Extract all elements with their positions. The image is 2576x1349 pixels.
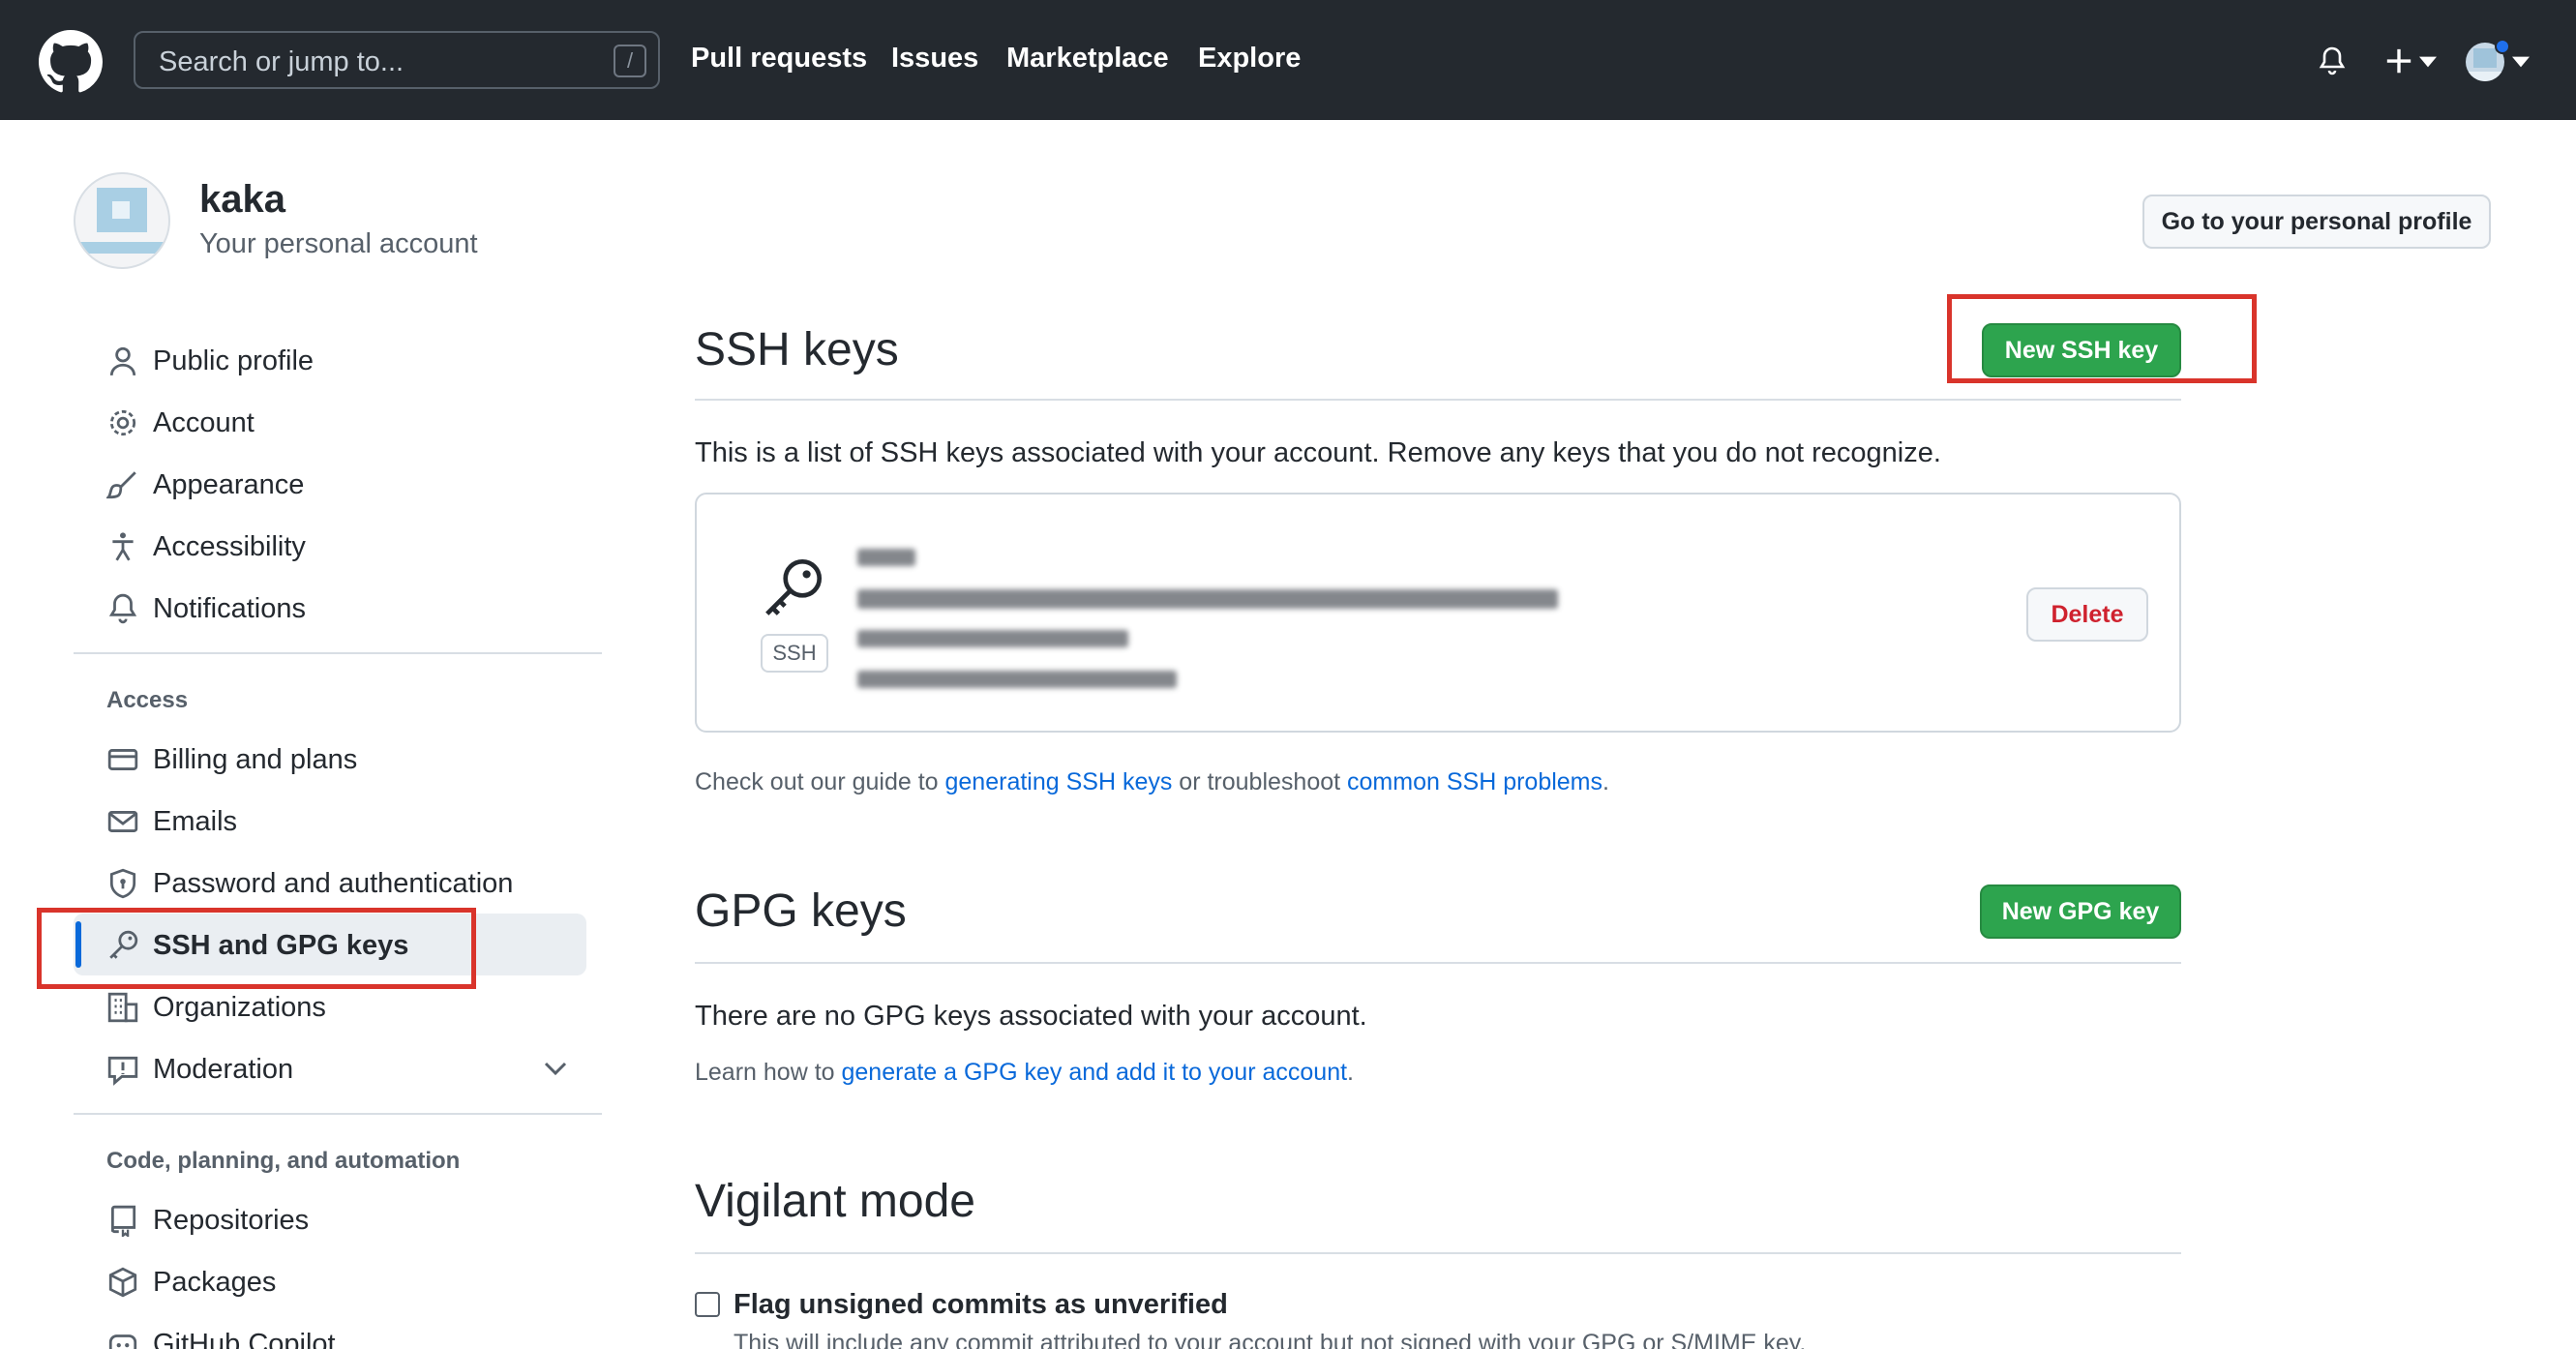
redacted-key-fingerprint <box>857 589 1558 609</box>
key-icon <box>765 558 823 615</box>
account-subtitle: Your personal account <box>199 228 478 259</box>
nav-issues[interactable]: Issues <box>891 43 978 75</box>
sidebar-item-notifications[interactable]: Notifications <box>106 585 306 633</box>
sidebar-item-account[interactable]: Account <box>106 399 255 447</box>
sidebar-group-code: Code, planning, and automation <box>106 1148 461 1174</box>
gpg-section-divider <box>695 962 2181 964</box>
redacted-key-title <box>857 549 915 566</box>
gpg-description: There are no GPG keys associated with yo… <box>695 1001 1367 1032</box>
sidebar-group-access: Access <box>106 687 189 713</box>
sidebar-item-emails[interactable]: Emails <box>106 797 237 846</box>
ssh-description: This is a list of SSH keys associated wi… <box>695 437 1941 468</box>
flag-unsigned-commits-checkbox[interactable] <box>695 1292 720 1317</box>
sidebar-item-label: Emails <box>153 805 238 837</box>
sidebar-item-label: Account <box>153 406 255 438</box>
sidebar-divider <box>74 652 602 654</box>
sidebar-item-label: Appearance <box>153 468 305 500</box>
annotation-highlight-new-ssh-key <box>1947 294 2257 383</box>
sidebar-item-label: Organizations <box>153 991 326 1023</box>
ssh-guide-suffix: . <box>1603 768 1609 795</box>
shield-lock-icon <box>109 868 136 899</box>
gpg-learn-text: Learn how to generate a GPG key and add … <box>695 1059 1354 1087</box>
sidebar-item-label: Billing and plans <box>153 743 358 775</box>
sidebar-item-moderation[interactable]: Moderation <box>106 1045 293 1094</box>
notification-dot <box>2495 39 2510 54</box>
annotation-highlight-sidebar <box>37 908 476 989</box>
bell-icon[interactable] <box>2317 45 2348 77</box>
chevron-down-icon[interactable] <box>2419 56 2437 68</box>
ssh-guide-text: Check out our guide to generating SSH ke… <box>695 768 1609 796</box>
nav-marketplace[interactable]: Marketplace <box>1006 43 1169 75</box>
flag-unsigned-commits-label[interactable]: Flag unsigned commits as unverified <box>734 1289 1228 1321</box>
search-shortcut-badge: / <box>614 45 646 77</box>
delete-ssh-key-button[interactable]: Delete <box>2026 587 2148 642</box>
ssh-key-type-badge: SSH <box>761 634 828 673</box>
sidebar-item-copilot[interactable]: GitHub Copilot <box>106 1320 336 1349</box>
sidebar-item-organizations[interactable]: Organizations <box>106 983 326 1032</box>
ssh-key-list-item: SSH Delete <box>695 493 2181 733</box>
sidebar-item-billing[interactable]: Billing and plans <box>106 735 357 784</box>
person-icon <box>109 346 136 376</box>
sidebar-item-password[interactable]: Password and authentication <box>106 859 513 908</box>
sidebar-item-packages[interactable]: Packages <box>106 1258 276 1306</box>
new-gpg-key-button[interactable]: New GPG key <box>1980 884 2181 939</box>
credit-card-icon <box>107 749 138 770</box>
sidebar-item-label: Accessibility <box>153 530 306 562</box>
sidebar-item-label: Moderation <box>153 1053 294 1085</box>
gear-icon <box>109 409 136 436</box>
sidebar-item-label: Public profile <box>153 345 315 376</box>
top-header: Search or jump to... / Pull requests Iss… <box>0 0 2576 120</box>
ssh-guide-mid: or troubleshoot <box>1172 768 1348 795</box>
common-ssh-problems-link[interactable]: common SSH problems <box>1347 768 1603 795</box>
plus-icon[interactable] <box>2384 46 2413 75</box>
gpg-keys-title: GPG keys <box>695 885 907 937</box>
package-icon <box>108 1267 137 1298</box>
sidebar-item-accessibility[interactable]: Accessibility <box>106 523 306 571</box>
account-name: kaka <box>199 178 285 221</box>
mail-icon <box>107 811 138 832</box>
redacted-key-last-used <box>857 671 1177 688</box>
flag-unsigned-commits-help: This will include any commit attributed … <box>734 1330 1807 1349</box>
accessibility-icon <box>112 532 134 561</box>
redacted-key-added-date <box>857 630 1128 647</box>
sidebar-item-repositories[interactable]: Repositories <box>106 1196 309 1244</box>
copilot-icon <box>108 1334 137 1349</box>
generating-ssh-keys-link[interactable]: generating SSH keys <box>945 768 1173 795</box>
nav-explore[interactable]: Explore <box>1198 43 1301 75</box>
github-logo-icon[interactable] <box>39 30 103 94</box>
ssh-section-divider <box>695 399 2181 401</box>
search-input[interactable]: Search or jump to... / <box>134 31 660 89</box>
repo-icon <box>110 1205 136 1237</box>
personal-profile-button[interactable]: Go to your personal profile <box>2142 195 2491 249</box>
nav-pull-requests[interactable]: Pull requests <box>691 43 867 75</box>
ssh-guide-prefix: Check out our guide to <box>695 768 945 795</box>
sidebar-item-label: Repositories <box>153 1204 310 1236</box>
search-placeholder: Search or jump to... <box>159 46 404 77</box>
sidebar-item-label: Notifications <box>153 592 306 624</box>
moderation-chevron-down-icon[interactable] <box>544 1061 567 1076</box>
account-avatar <box>74 172 170 269</box>
generate-gpg-key-link[interactable]: generate a GPG key and add it to your ac… <box>842 1059 1348 1086</box>
vigilant-section-divider <box>695 1252 2181 1254</box>
ssh-keys-title: SSH keys <box>695 324 899 375</box>
paintbrush-icon <box>106 471 136 499</box>
sidebar-item-label: Password and authentication <box>153 867 514 899</box>
report-icon <box>107 1056 138 1086</box>
sidebar-item-label: Packages <box>153 1266 277 1298</box>
sidebar-item-label: GitHub Copilot <box>153 1328 336 1349</box>
organization-icon <box>107 992 138 1023</box>
sidebar-divider <box>74 1113 602 1115</box>
sidebar-item-appearance[interactable]: Appearance <box>106 461 304 509</box>
gpg-learn-suffix: . <box>1347 1059 1354 1086</box>
gpg-learn-prefix: Learn how to <box>695 1059 842 1086</box>
bell-icon <box>108 593 137 624</box>
avatar-chevron-down-icon[interactable] <box>2512 56 2530 68</box>
vigilant-mode-title: Vigilant mode <box>695 1176 975 1227</box>
sidebar-item-public-profile[interactable]: Public profile <box>106 337 314 385</box>
